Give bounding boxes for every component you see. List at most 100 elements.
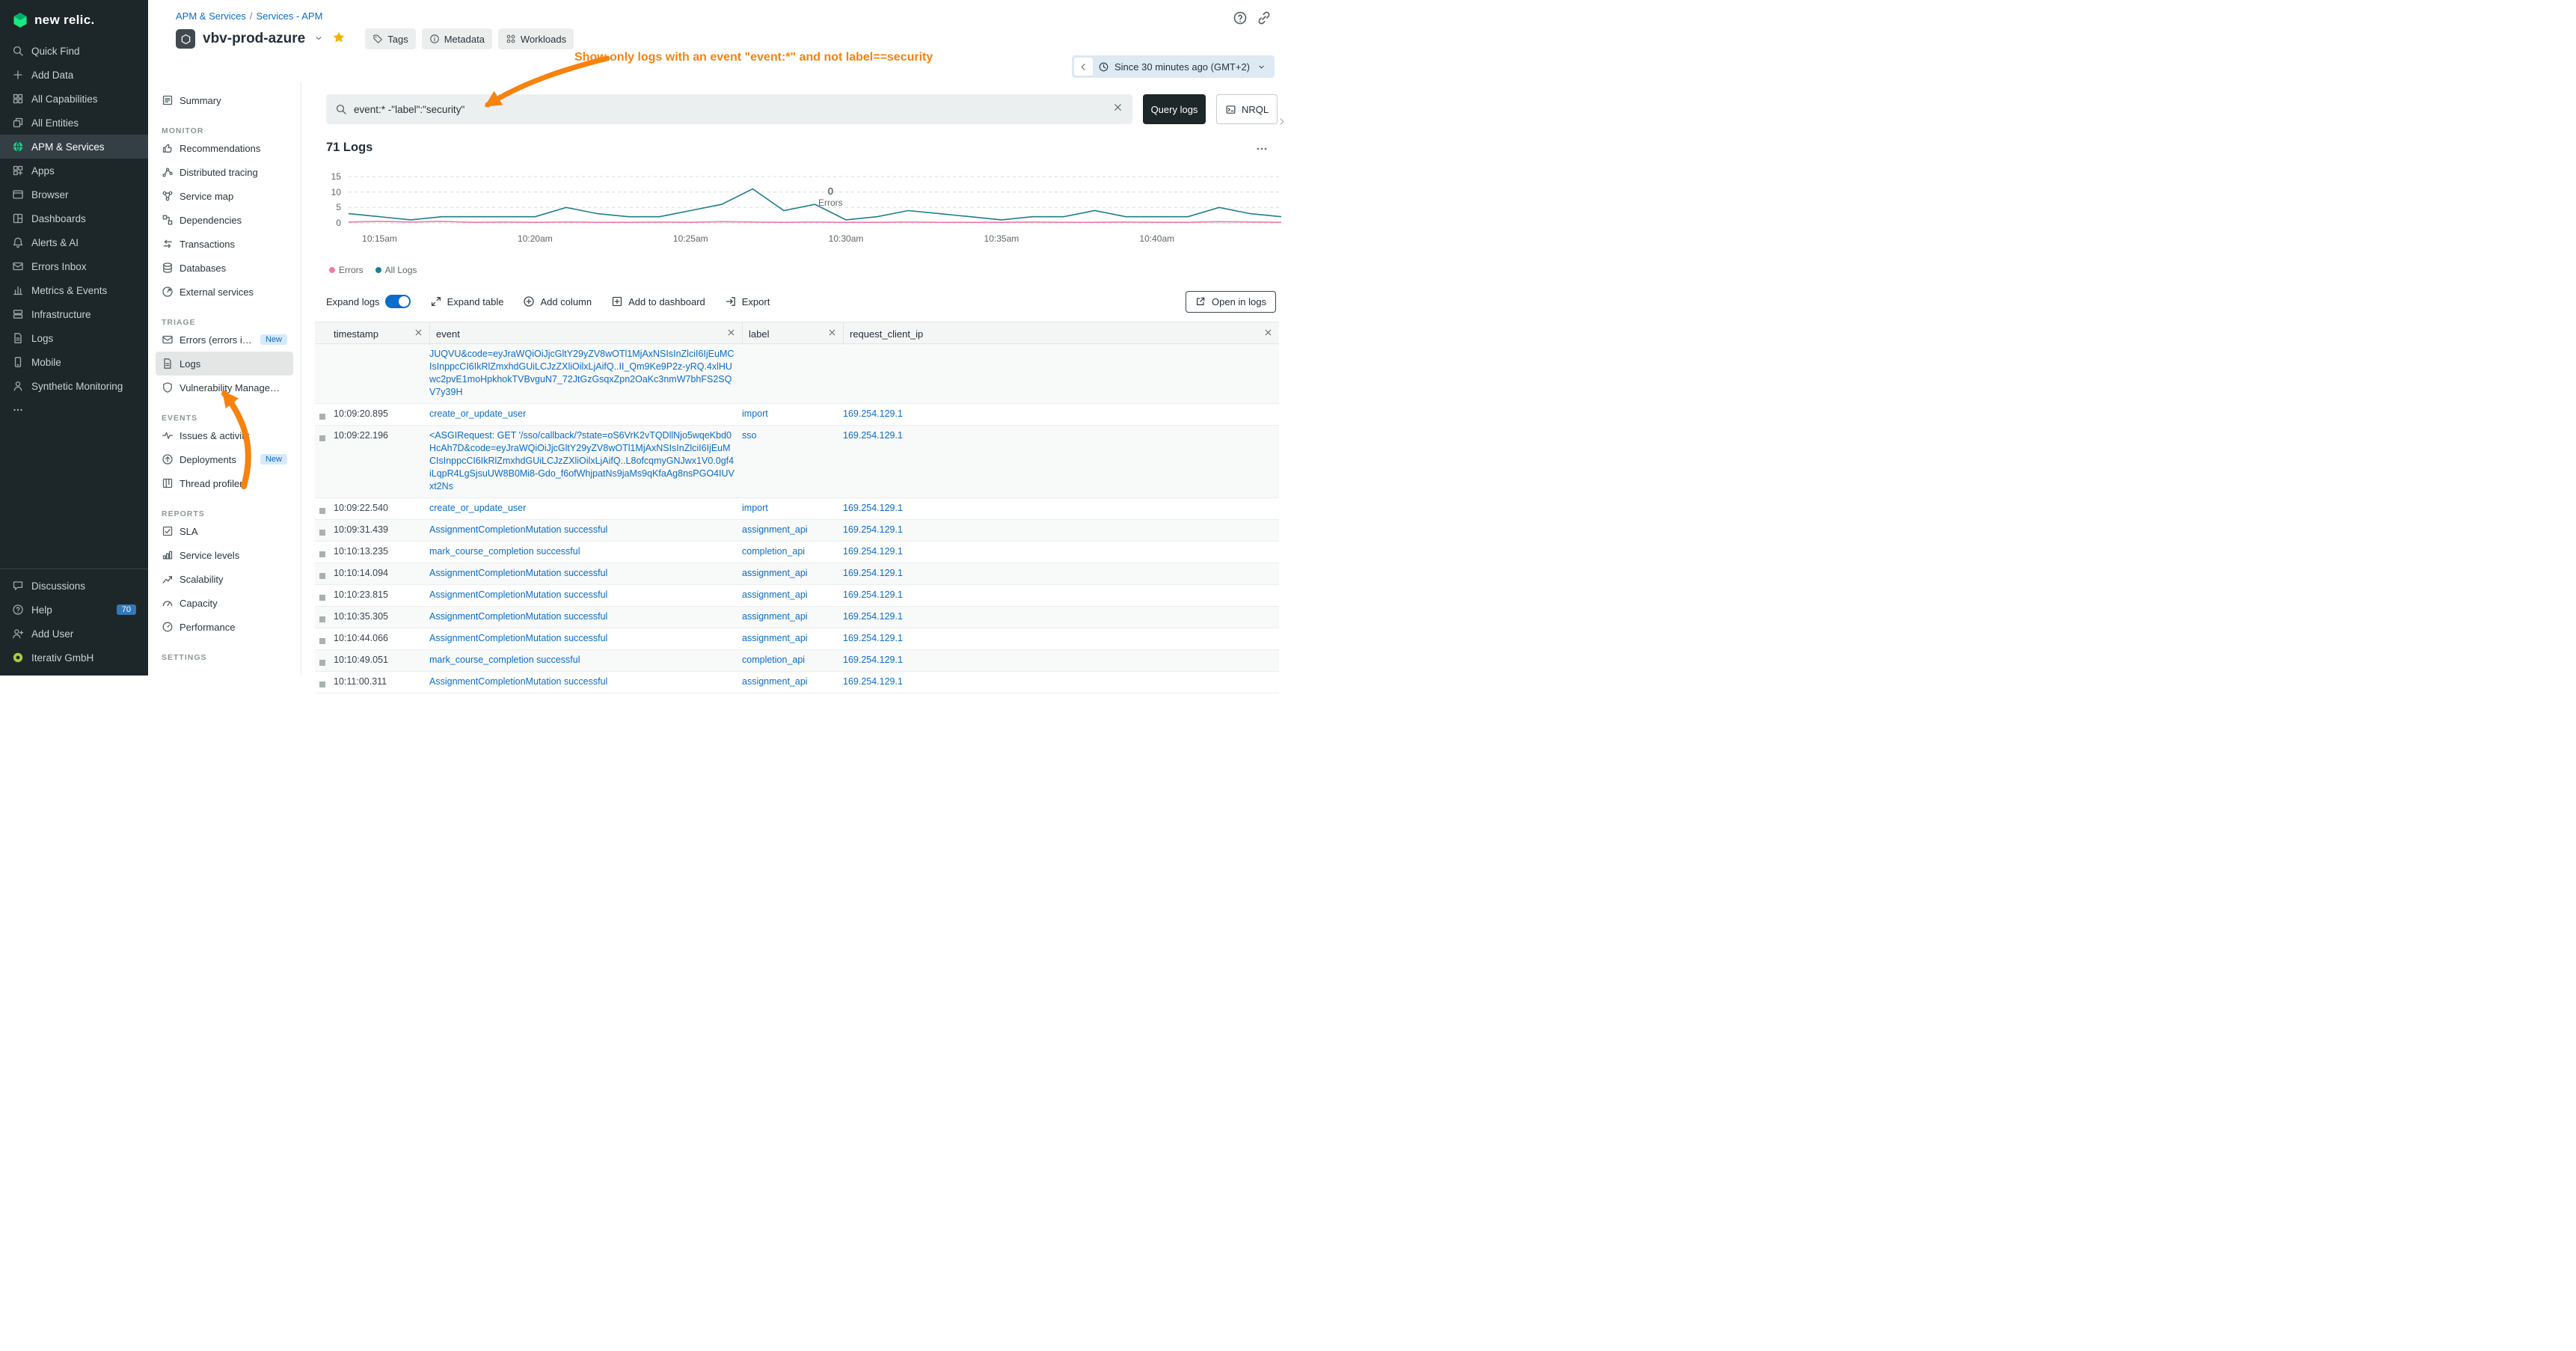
newrelic-logo[interactable]: new relic. <box>0 0 148 28</box>
log-ip-link[interactable]: 169.254.129.1 <box>843 546 903 557</box>
copy-link-button[interactable] <box>1257 10 1272 29</box>
global-nav-item-metrics-events[interactable]: Metrics & Events <box>0 278 148 302</box>
log-ip-link[interactable]: 169.254.129.1 <box>843 503 903 513</box>
nrql-button[interactable]: NRQL <box>1216 94 1278 124</box>
global-nav-item-mobile[interactable]: Mobile <box>0 350 148 374</box>
entity-nav-item-logs[interactable]: Logs <box>156 352 293 376</box>
tags-button[interactable]: Tags <box>365 28 415 49</box>
entity-nav-item-distributed-tracing[interactable]: Distributed tracing <box>156 160 293 184</box>
remove-column-label-button[interactable] <box>827 328 837 340</box>
entity-nav-item-deployments[interactable]: Deployments New <box>156 447 293 471</box>
row-select-handle[interactable] <box>319 660 325 666</box>
row-select-handle[interactable] <box>319 435 325 441</box>
entity-nav-item-performance[interactable]: Performance <box>156 615 293 639</box>
log-row[interactable]: 10:10:44.066 AssignmentCompletionMutatio… <box>315 628 1279 650</box>
expand-table-button[interactable]: Expand table <box>430 295 504 307</box>
log-ip-link[interactable]: 169.254.129.1 <box>843 676 903 687</box>
global-nav-item-infrastructure[interactable]: Infrastructure <box>0 302 148 326</box>
log-ip-link[interactable]: 169.254.129.1 <box>843 633 903 643</box>
log-row[interactable]: 10:11:00.311 AssignmentCompletionMutatio… <box>315 672 1279 693</box>
log-search-box[interactable] <box>326 94 1132 124</box>
remove-column-timestamp-button[interactable] <box>414 328 423 340</box>
log-ip-link[interactable]: 169.254.129.1 <box>843 655 903 665</box>
entity-nav-item-transactions[interactable]: Transactions <box>156 232 293 256</box>
remove-column-request-client-ip-button[interactable] <box>1263 328 1273 340</box>
query-logs-button[interactable]: Query logs <box>1143 94 1206 124</box>
log-label-link[interactable]: sso <box>742 430 756 441</box>
global-nav-item-all-entities[interactable]: All Entities <box>0 111 148 135</box>
log-ip-link[interactable]: 169.254.129.1 <box>843 430 903 441</box>
entity-name[interactable]: vbv-prod-azure <box>203 31 305 47</box>
favorite-star-button[interactable] <box>332 31 346 48</box>
add-to-dashboard-button[interactable]: Add to dashboard <box>611 295 705 307</box>
chart-plot[interactable]: 0 Errors <box>349 169 1281 227</box>
breadcrumb-services-apm[interactable]: Services - APM <box>257 10 323 22</box>
time-picker-pill[interactable]: Since 30 minutes ago (GMT+2) <box>1072 55 1275 78</box>
entity-nav-item-errors-errors-inb[interactable]: Errors (errors inb... New <box>156 328 293 352</box>
clear-query-button[interactable] <box>1112 102 1123 117</box>
column-header-label[interactable]: label <box>742 322 843 345</box>
global-nav-item-quick-find[interactable]: Quick Find <box>0 39 148 63</box>
entity-dropdown-chevron[interactable] <box>313 32 325 46</box>
column-header-timestamp[interactable]: timestamp <box>334 322 429 345</box>
metadata-button[interactable]: Metadata <box>422 28 492 49</box>
global-nav-footer-discussions[interactable]: Discussions <box>0 574 148 598</box>
log-label-link[interactable]: import <box>742 503 768 513</box>
row-select-handle[interactable] <box>319 616 325 622</box>
log-query-input[interactable] <box>354 104 1105 115</box>
log-event-link[interactable]: <ASGIRequest: GET '/sso/callback/?state=… <box>429 430 735 491</box>
help-button[interactable] <box>1233 10 1248 29</box>
entity-nav-item-external-services[interactable]: External services <box>156 280 293 304</box>
log-label-link[interactable]: completion_api <box>742 546 805 557</box>
log-event-link[interactable]: AssignmentCompletionMutation successful <box>429 589 607 600</box>
row-select-handle[interactable] <box>319 551 325 557</box>
expand-logs-toggle[interactable] <box>385 295 411 308</box>
time-back-button[interactable] <box>1074 58 1093 76</box>
log-row[interactable]: 10:09:31.439 AssignmentCompletionMutatio… <box>315 520 1279 542</box>
log-label-link[interactable]: assignment_api <box>742 676 808 687</box>
log-ip-link[interactable]: 169.254.129.1 <box>843 568 903 578</box>
log-event-link[interactable]: AssignmentCompletionMutation successful <box>429 611 607 622</box>
global-nav-footer-add-user[interactable]: Add User <box>0 622 148 646</box>
legend-item-all-logs[interactable]: All Logs <box>375 265 417 275</box>
row-select-handle[interactable] <box>319 508 325 514</box>
entity-nav-item-dependencies[interactable]: Dependencies <box>156 208 293 232</box>
log-event-link[interactable]: AssignmentCompletionMutation successful <box>429 524 607 535</box>
legend-item-errors[interactable]: Errors <box>329 265 364 275</box>
global-nav-item-synthetic-monitoring[interactable]: Synthetic Monitoring <box>0 374 148 398</box>
log-row[interactable]: 10:09:22.196 <ASGIRequest: GET '/sso/cal… <box>315 426 1279 498</box>
log-row[interactable]: 10:10:13.235 mark_course_completion succ… <box>315 542 1279 563</box>
log-row[interactable]: 10:10:35.305 AssignmentCompletionMutatio… <box>315 607 1279 628</box>
entity-nav-item-summary[interactable]: Summary <box>156 88 293 112</box>
log-row[interactable]: 10:09:20.895 create_or_update_user impor… <box>315 404 1279 426</box>
global-nav-item-browser[interactable]: Browser <box>0 183 148 206</box>
log-event-link[interactable]: mark_course_completion successful <box>429 546 580 557</box>
time-forward-button[interactable] <box>1277 117 1287 130</box>
column-header-request-client-ip[interactable]: request_client_ip <box>843 322 1279 345</box>
log-event-link[interactable]: JUQVU&code=eyJraWQiOiJjcGltY29yZV8wOTl1M… <box>429 349 734 397</box>
entity-nav-item-service-map[interactable]: Service map <box>156 184 293 208</box>
log-label-link[interactable]: assignment_api <box>742 568 808 578</box>
global-nav-item-add-data[interactable]: Add Data <box>0 63 148 87</box>
entity-nav-item-vulnerability-management[interactable]: Vulnerability Management <box>156 376 293 399</box>
add-column-button[interactable]: Add column <box>523 295 592 307</box>
export-button[interactable]: Export <box>725 295 770 307</box>
log-row[interactable]: 10:10:14.094 AssignmentCompletionMutatio… <box>315 563 1279 585</box>
log-label-link[interactable]: assignment_api <box>742 524 808 535</box>
entity-nav-item-issues-activity[interactable]: Issues & activity <box>156 423 293 447</box>
global-nav-item-more[interactable] <box>0 398 148 422</box>
log-event-link[interactable]: mark_course_completion successful <box>429 655 580 665</box>
entity-nav-item-databases[interactable]: Databases <box>156 256 293 280</box>
log-event-link[interactable]: AssignmentCompletionMutation successful <box>429 676 607 687</box>
remove-column-event-button[interactable] <box>726 328 736 340</box>
global-nav-item-apps[interactable]: Apps <box>0 159 148 183</box>
global-nav-item-dashboards[interactable]: Dashboards <box>0 206 148 230</box>
entity-nav-item-service-levels[interactable]: Service levels <box>156 543 293 567</box>
log-ip-link[interactable]: 169.254.129.1 <box>843 589 903 600</box>
entity-nav-item-thread-profiler[interactable]: Thread profiler <box>156 471 293 495</box>
global-nav-footer-help[interactable]: Help 70 <box>0 598 148 622</box>
entity-nav-item-sla[interactable]: SLA <box>156 519 293 543</box>
log-label-link[interactable]: assignment_api <box>742 633 808 643</box>
more-options-button[interactable] <box>1255 142 1269 159</box>
entity-nav-item-scalability[interactable]: Scalability <box>156 567 293 591</box>
